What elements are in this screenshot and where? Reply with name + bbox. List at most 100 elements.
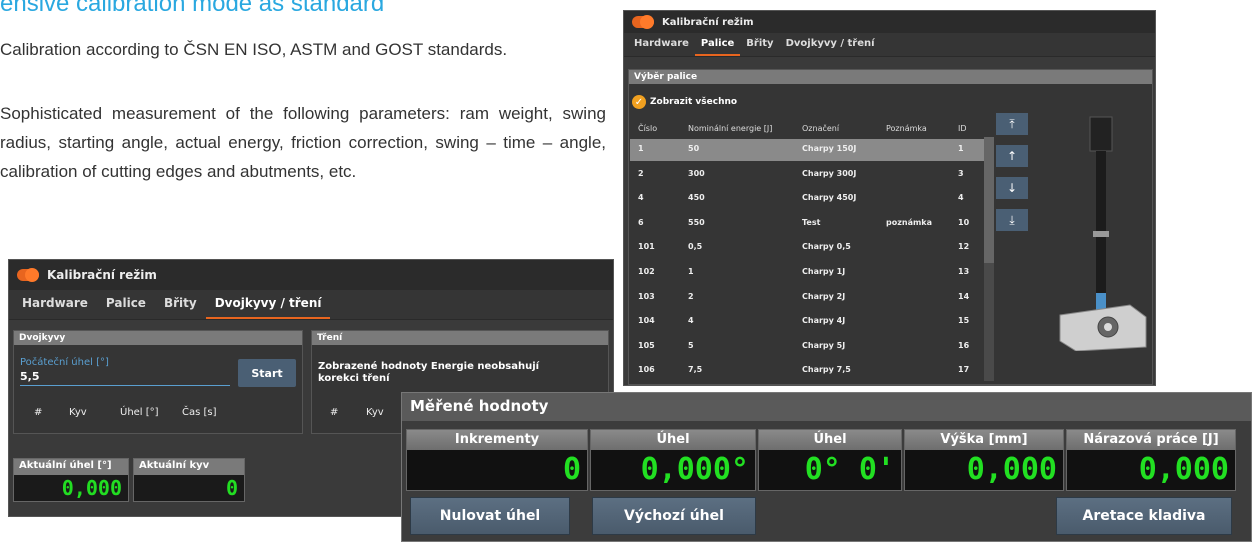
col-poznamka: Poznámka: [886, 124, 927, 133]
cell-id: 3: [958, 168, 964, 178]
col-uhel: Úhel [°]: [120, 407, 159, 418]
move-top-icon[interactable]: ⤒: [996, 113, 1028, 135]
tab-brity[interactable]: Břity: [740, 38, 779, 56]
show-all-checkbox[interactable]: ✓ Zobrazit všechno: [632, 95, 737, 109]
cell-oznaceni: Charpy 0,5: [802, 242, 851, 252]
section-heading: ensive calibration mode as standard: [0, 0, 385, 17]
cell-nominal-energy: 5: [688, 340, 694, 350]
table-row[interactable]: 103 2 Charpy 2J 14: [630, 287, 984, 309]
measured-values-window: Měřené hodnoty Inkrementy 0 Úhel 0,000° …: [401, 392, 1252, 542]
increments-value: 0: [562, 452, 581, 487]
cell-nominal-energy: 1: [688, 267, 694, 276]
table-row[interactable]: 102 1 Charpy 1J 13: [630, 262, 984, 284]
cell-oznaceni: Charpy 7,5: [802, 365, 851, 375]
move-down-icon[interactable]: ↓: [996, 177, 1028, 199]
cell-nominal-energy: 50: [688, 144, 700, 153]
cell-cislo: 102: [638, 267, 655, 276]
toggle-switch-icon[interactable]: [632, 15, 654, 29]
col-cas: Čas [s]: [182, 407, 217, 418]
hammer-lock-button[interactable]: Aretace kladiva: [1056, 497, 1232, 535]
scrollbar-thumb[interactable]: [984, 137, 994, 263]
cell-poznamka: poznámka: [886, 217, 933, 227]
cell-oznaceni: Charpy 5J: [802, 340, 846, 350]
table-row[interactable]: 101 0,5 Charpy 0,5 12: [630, 237, 984, 259]
table-row[interactable]: 4 450 Charpy 450J 4: [630, 188, 984, 210]
impact-energy-label: Nárazová práce [J]: [1067, 430, 1235, 450]
col-nominal-energy: Nominální energie [J]: [688, 124, 773, 133]
cell-id: 1: [958, 144, 964, 153]
cell-nominal-energy: 450: [688, 193, 705, 203]
cell-id: 16: [958, 340, 970, 350]
cell-id: 14: [958, 291, 970, 301]
increments-display: Inkrementy 0: [406, 429, 588, 491]
cell-oznaceni: Charpy 2J: [802, 291, 846, 301]
tab-palice[interactable]: Palice: [694, 38, 741, 56]
cell-id: 12: [958, 242, 970, 252]
move-up-icon[interactable]: ↑: [996, 145, 1028, 167]
pendulum-hammer-image: [1059, 116, 1147, 351]
window-title: Kalibrační režim: [47, 268, 157, 282]
window-titlebar: Kalibrační režim: [9, 260, 613, 290]
col-hash: #: [330, 407, 339, 418]
default-angle-button[interactable]: Výchozí úhel: [592, 497, 756, 535]
tab-brity[interactable]: Břity: [155, 296, 206, 319]
col-kyv: Kyv: [69, 407, 87, 418]
start-angle-label: Počáteční úhel [°]: [20, 357, 109, 368]
start-angle-input[interactable]: 5,5: [20, 370, 230, 386]
tab-hardware[interactable]: Hardware: [628, 38, 695, 56]
tab-dvojkyvy[interactable]: Dvojkyvy / tření: [205, 296, 331, 319]
move-bottom-icon[interactable]: ⤓: [996, 209, 1028, 231]
col-oznaceni: Označení: [802, 124, 840, 133]
col-hash: #: [34, 407, 43, 418]
hammer-select-header: Výběr palice: [629, 70, 1152, 84]
toggle-switch-icon[interactable]: [17, 268, 39, 282]
cell-cislo: 103: [638, 291, 655, 301]
current-swing-value: 0: [225, 476, 238, 500]
checkmark-icon: ✓: [632, 95, 646, 109]
height-label: Výška [mm]: [905, 430, 1063, 450]
cell-oznaceni: Charpy 150J: [802, 144, 857, 153]
table-row[interactable]: 106 7,5 Charpy 7,5 17: [630, 360, 984, 382]
cell-cislo: 4: [638, 193, 644, 203]
intro-paragraph-standards: Calibration according to ČSN EN ISO, AST…: [0, 40, 508, 59]
calibration-window-hammer: Kalibrační režim Hardware Palice Břity D…: [623, 10, 1156, 386]
cell-oznaceni: Charpy 450J: [802, 193, 857, 203]
start-button[interactable]: Start: [238, 359, 296, 387]
cell-nominal-energy: 300: [688, 168, 705, 178]
cell-nominal-energy: 0,5: [688, 242, 703, 252]
height-display: Výška [mm] 0,000: [904, 429, 1064, 491]
cell-id: 17: [958, 365, 970, 375]
cell-nominal-energy: 550: [688, 217, 705, 227]
table-scrollbar[interactable]: [984, 137, 994, 381]
angle-decimal-label: Úhel: [591, 430, 755, 450]
increments-label: Inkrementy: [407, 430, 587, 450]
table-row[interactable]: 105 5 Charpy 5J 16: [630, 336, 984, 358]
cell-cislo: 6: [638, 217, 644, 227]
angle-decimal-display: Úhel 0,000°: [590, 429, 756, 491]
cell-id: 10: [958, 217, 970, 227]
treni-header: Tření: [312, 331, 608, 345]
window-titlebar: Kalibrační režim: [624, 11, 1155, 33]
cell-id: 4: [958, 193, 964, 203]
height-value: 0,000: [966, 452, 1057, 487]
zero-angle-button[interactable]: Nulovat úhel: [410, 497, 570, 535]
table-row[interactable]: 2 300 Charpy 300J 3: [630, 164, 984, 186]
friction-note: Zobrazené hodnoty Energie neobsahují kor…: [318, 361, 540, 384]
cell-oznaceni: Charpy 300J: [802, 168, 857, 178]
table-row[interactable]: 6 550 Test poznámka 10: [630, 213, 984, 235]
table-row[interactable]: 1 50 Charpy 150J 1: [630, 139, 984, 161]
cell-nominal-energy: 7,5: [688, 365, 703, 375]
tab-dvojkyvy[interactable]: Dvojkyvy / tření: [780, 38, 881, 56]
impact-energy-display: Nárazová práce [J] 0,000: [1066, 429, 1236, 491]
tab-hardware[interactable]: Hardware: [13, 296, 97, 319]
cell-cislo: 2: [638, 168, 644, 178]
angle-dms-value: 0° 0': [804, 452, 895, 487]
col-cislo: Číslo: [638, 124, 658, 133]
table-row[interactable]: 104 4 Charpy 4J 15: [630, 311, 984, 333]
tab-palice[interactable]: Palice: [97, 296, 155, 319]
intro-paragraph-parameters: Sophisticated measurement of the followi…: [0, 104, 606, 181]
cell-nominal-energy: 2: [688, 291, 694, 301]
cell-id: 13: [958, 267, 970, 276]
cell-oznaceni: Test: [802, 217, 821, 227]
current-angle-value: 0,000: [61, 476, 122, 500]
